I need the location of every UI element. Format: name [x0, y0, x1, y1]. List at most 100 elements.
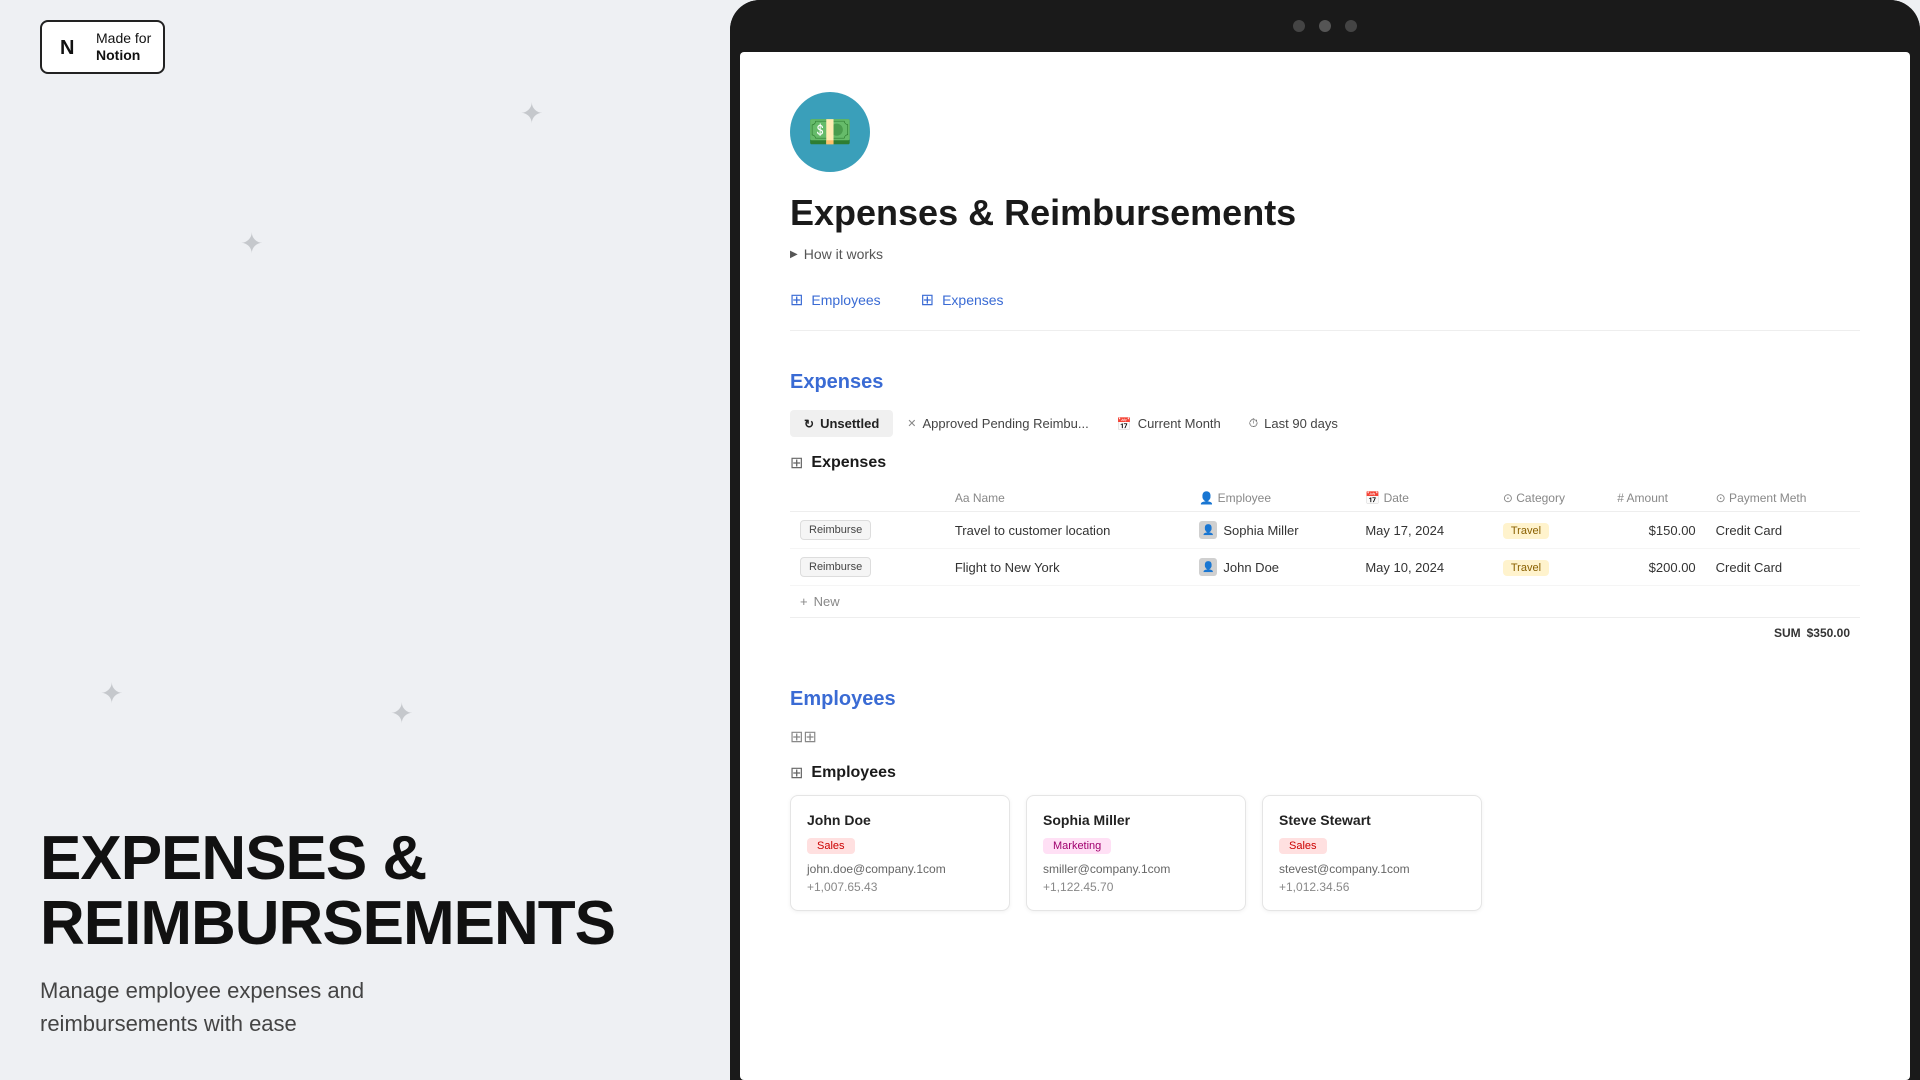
main-heading: EXPENSES & REIMBURSEMENTS Manage employe…	[40, 826, 670, 1040]
sum-row: SUM $350.00	[790, 617, 1860, 648]
new-row-button[interactable]: + New	[790, 586, 1860, 617]
row1-btn-cell[interactable]: Reimburse	[790, 512, 917, 549]
sum-value: $350.00	[1807, 626, 1850, 640]
row1-date: May 17, 2024	[1355, 512, 1493, 549]
employee-cards: John Doe Sales john.doe@company.1com +1,…	[790, 795, 1860, 911]
decorative-cross-1: ✦	[520, 100, 543, 128]
col-employee: 👤 Employee	[1189, 485, 1355, 512]
employees-link-icon: ⊞	[790, 290, 803, 310]
employee-email-3: stevest@company.1com	[1279, 862, 1465, 876]
dollar-icon: 💵	[808, 111, 853, 153]
logo-text: Made for Notion	[96, 30, 151, 64]
employee-email-1: john.doe@company.1com	[807, 862, 993, 876]
table-row: Reimburse Travel to customer location 👤 …	[790, 512, 1860, 549]
employee-card-name-2: Sophia Miller	[1043, 812, 1229, 828]
right-panel: 💵 Expenses & Reimbursements ▶ How it wor…	[710, 0, 1920, 1080]
page-icon: 💵	[790, 92, 870, 172]
row1-name: Travel to customer location	[945, 512, 1190, 549]
row2-name: Flight to New York	[945, 549, 1190, 586]
tablet-dot-1	[1293, 20, 1305, 32]
filter-tab-unsettled[interactable]: ↻ Unsettled	[790, 410, 893, 437]
plus-icon: +	[800, 594, 808, 609]
db-employees-icon: ⊞	[790, 763, 803, 783]
row1-payment: Credit Card	[1706, 512, 1860, 549]
quick-link-expenses[interactable]: ⊞ Expenses	[921, 290, 1004, 310]
page-title: Expenses & Reimbursements	[790, 192, 1860, 234]
logo-box: N Made for Notion	[40, 20, 165, 74]
row2-info	[917, 549, 945, 586]
employee-amount-1: +1,007.65.43	[807, 880, 993, 894]
dept-badge-1: Sales	[807, 838, 855, 854]
page-subheading: Manage employee expenses and reimburseme…	[40, 974, 520, 1040]
svg-text:N: N	[60, 37, 74, 59]
page-heading: EXPENSES & REIMBURSEMENTS	[40, 826, 670, 956]
notion-icon: N	[54, 31, 86, 63]
filter-tab-approved[interactable]: ✕ Approved Pending Reimbu...	[893, 410, 1102, 437]
employee-card-1[interactable]: John Doe Sales john.doe@company.1com +1,…	[790, 795, 1010, 911]
employee-avatar-1: 👤	[1199, 521, 1217, 539]
quick-link-employees[interactable]: ⊞ Employees	[790, 290, 881, 310]
clock-icon: ⏱	[1249, 416, 1258, 431]
employees-db-title: Employees	[811, 764, 895, 782]
decorative-cross-2: ✦	[240, 230, 263, 258]
filter-tabs: ↻ Unsettled ✕ Approved Pending Reimbu...…	[790, 410, 1860, 437]
col-actions	[790, 485, 917, 512]
row1-category: Travel	[1493, 512, 1607, 549]
row2-amount: $200.00	[1607, 549, 1705, 586]
db-expenses-icon: ⊞	[790, 453, 803, 473]
tablet-screen[interactable]: 💵 Expenses & Reimbursements ▶ How it wor…	[740, 52, 1910, 1080]
decorative-cross-3: ✦	[100, 680, 123, 708]
tablet-dot-2	[1319, 20, 1331, 32]
filter-tab-last-90[interactable]: ⏱ Last 90 days	[1235, 410, 1352, 437]
notion-content: 💵 Expenses & Reimbursements ▶ How it wor…	[740, 52, 1910, 1080]
quick-links: ⊞ Employees ⊞ Expenses	[790, 290, 1860, 331]
employee-card-2[interactable]: Sophia Miller Marketing smiller@company.…	[1026, 795, 1246, 911]
col-category: ⊙ Category	[1493, 485, 1607, 512]
approved-close-icon: ✕	[907, 417, 916, 430]
col-amount: # Amount	[1607, 485, 1705, 512]
calendar-icon: 📅	[1117, 417, 1132, 431]
row2-employee: 👤 John Doe	[1189, 549, 1355, 586]
row1-info	[917, 512, 945, 549]
employee-amount-3: +1,012.34.56	[1279, 880, 1465, 894]
travel-badge-2: Travel	[1503, 560, 1549, 576]
row2-payment: Credit Card	[1706, 549, 1860, 586]
unsettled-icon: ↻	[804, 417, 814, 431]
col-name: Aa Name	[945, 485, 1190, 512]
expenses-section: Expenses ↻ Unsettled ✕ Approved Pending …	[790, 371, 1860, 648]
dept-badge-3: Sales	[1279, 838, 1327, 854]
employee-email-2: smiller@company.1com	[1043, 862, 1229, 876]
employee-amount-2: +1,122.45.70	[1043, 880, 1229, 894]
how-it-works-toggle[interactable]: ▶ How it works	[790, 246, 1860, 262]
reimburse-button-1[interactable]: Reimburse	[800, 520, 871, 540]
tablet-frame: 💵 Expenses & Reimbursements ▶ How it wor…	[730, 0, 1920, 1080]
employee-card-name-1: John Doe	[807, 812, 993, 828]
row2-category: Travel	[1493, 549, 1607, 586]
row1-amount: $150.00	[1607, 512, 1705, 549]
col-payment: ⊙ Payment Meth	[1706, 485, 1860, 512]
row2-date: May 10, 2024	[1355, 549, 1493, 586]
expenses-section-title: Expenses	[790, 371, 1860, 394]
dept-badge-2: Marketing	[1043, 838, 1111, 854]
employee-avatar-2: 👤	[1199, 558, 1217, 576]
row2-btn-cell[interactable]: Reimburse	[790, 549, 917, 586]
decorative-cross-4: ✦	[390, 700, 413, 728]
gallery-icon: ⊞⊞	[790, 727, 1860, 747]
row1-employee: 👤 Sophia Miller	[1189, 512, 1355, 549]
table-header-row: Aa Name 👤 Employee 📅 Date ⊙ Category # A…	[790, 485, 1860, 512]
filter-tab-current-month[interactable]: 📅 Current Month	[1103, 410, 1235, 437]
tablet-dot-3	[1345, 20, 1357, 32]
travel-badge-1: Travel	[1503, 523, 1549, 539]
tablet-top-bar	[730, 0, 1920, 52]
employee-card-3[interactable]: Steve Stewart Sales stevest@company.1com…	[1262, 795, 1482, 911]
table-row: Reimburse Flight to New York 👤 John Doe	[790, 549, 1860, 586]
employees-section-title: Employees	[790, 688, 1860, 711]
triangle-icon: ▶	[790, 249, 798, 260]
expenses-table: Aa Name 👤 Employee 📅 Date ⊙ Category # A…	[790, 485, 1860, 586]
col-date: 📅 Date	[1355, 485, 1493, 512]
col-info	[917, 485, 945, 512]
employees-section: Employees ⊞⊞ ⊞ Employees John Doe Sales …	[790, 688, 1860, 911]
reimburse-button-2[interactable]: Reimburse	[800, 557, 871, 577]
employees-db-header: ⊞ Employees	[790, 763, 1860, 783]
expenses-link-icon: ⊞	[921, 290, 934, 310]
